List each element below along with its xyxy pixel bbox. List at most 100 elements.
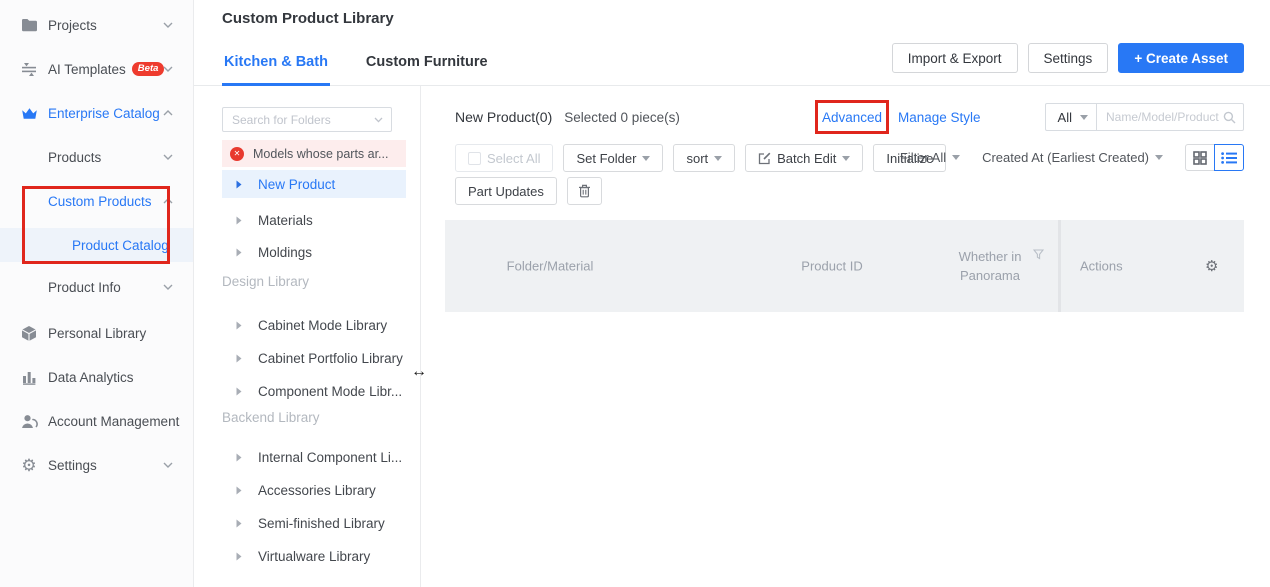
folder-icon [20,16,38,34]
caret-right-icon[interactable] [236,387,246,396]
sort-button[interactable]: sort [673,144,735,172]
sidebar-item-ai-templates[interactable]: AI Templates Beta [0,52,193,86]
sidebar-item-label: Product Info [48,280,121,295]
sidebar-item-label: Product Catalog [72,238,169,253]
chevron-down-icon [163,154,173,160]
page-header: Custom Product Library Kitchen & Bath Cu… [194,0,1270,86]
parts-alert-row[interactable]: ✕ Models whose parts ar... [222,140,406,167]
caret-down-icon [1155,155,1163,160]
cube-icon [20,324,38,342]
settings-button[interactable]: Settings [1028,43,1109,73]
tree-item-cabinet-mode-library[interactable]: Cabinet Mode Library [222,311,406,339]
create-asset-button[interactable]: + Create Asset [1118,43,1244,73]
toolbar-row-2: Part Updates [455,177,602,205]
folder-panel: ✕ Models whose parts ar... New Product M… [194,86,421,587]
tree-item-cabinet-portfolio-library[interactable]: Cabinet Portfolio Library [222,344,406,372]
sidebar-item-product-catalog[interactable]: Product Catalog [0,228,193,262]
sidebar-item-label: Enterprise Catalog [48,106,160,121]
caret-right-icon[interactable] [236,486,246,495]
tree-item-semi-finished-library[interactable]: Semi-finished Library [222,509,406,537]
page-title: Custom Product Library [222,10,394,27]
tree-item-moldings[interactable]: Moldings [222,238,406,266]
content-header-row: New Product(0) Selected 0 piece(s) Advan… [455,102,1244,132]
trash-icon [578,184,591,198]
caret-down-icon [374,117,383,123]
caret-down-icon [1080,115,1088,120]
tree-item-accessories-library[interactable]: Accessories Library [222,476,406,504]
sidebar-item-label: Custom Products [48,194,152,209]
user-icon [20,412,38,430]
caret-right-icon[interactable] [236,248,246,257]
batch-edit-button[interactable]: Batch Edit [745,144,863,172]
bar-chart-icon [20,368,38,386]
ai-templates-icon [20,60,38,78]
created-at-sort-dropdown[interactable]: Created At (Earliest Created) [982,150,1163,165]
tree-section-design-library: Design Library [222,274,309,289]
import-export-button[interactable]: Import & Export [892,43,1018,73]
tree-item-materials[interactable]: Materials [222,206,406,234]
folder-search-input[interactable] [223,113,374,127]
sidebar-item-label: Personal Library [48,326,146,341]
caret-right-icon[interactable] [236,216,246,225]
caret-down-icon [952,155,960,160]
tree-item-new-product[interactable]: New Product [222,170,406,198]
sidebar-item-enterprise-catalog[interactable]: Enterprise Catalog [0,96,193,130]
tab-custom-furniture[interactable]: Custom Furniture [364,54,490,86]
delete-button[interactable] [567,177,602,205]
filter-all-dropdown[interactable]: Filter All [900,150,960,165]
sidebar-item-products[interactable]: Products [0,140,193,174]
manage-style-link[interactable]: Manage Style [898,110,981,125]
tree-item-virtualware-library[interactable]: Virtualware Library [222,542,406,570]
column-settings-gear-icon[interactable]: ⚙ [1205,257,1218,275]
grid-icon [1193,151,1207,165]
tab-kitchen-bath[interactable]: Kitchen & Bath [222,54,330,86]
caret-right-icon[interactable] [236,180,246,189]
caret-right-icon[interactable] [236,453,246,462]
crown-icon [20,104,38,122]
caret-right-icon[interactable] [236,354,246,363]
product-search-input[interactable] [1097,110,1223,124]
chevron-up-icon [163,110,173,116]
panel-resize-handle[interactable]: ↔ [411,363,427,381]
caret-right-icon[interactable] [236,321,246,330]
error-icon: ✕ [230,147,244,161]
tree-item-internal-component-library[interactable]: Internal Component Li... [222,443,406,471]
chevron-down-icon [163,22,173,28]
column-folder-material: Folder/Material [507,259,594,274]
search-icon[interactable] [1223,111,1236,124]
caret-down-icon [842,156,850,161]
sidebar-item-label: Account Management [48,414,179,429]
sidebar-item-projects[interactable]: Projects [0,8,193,42]
sidebar-item-custom-products[interactable]: Custom Products [0,184,193,218]
set-folder-button[interactable]: Set Folder [563,144,663,172]
part-updates-button[interactable]: Part Updates [455,177,557,205]
main-sidebar: Projects AI Templates Beta Enterprise Ca… [0,0,194,587]
sidebar-item-settings[interactable]: ⚙ Settings [0,448,193,482]
list-view-button[interactable] [1214,144,1244,171]
folder-search-select[interactable] [222,107,392,132]
sidebar-item-product-info[interactable]: Product Info [0,270,193,304]
chevron-down-icon [163,66,173,72]
advanced-link[interactable]: Advanced [822,110,882,125]
caret-down-icon [642,156,650,161]
sidebar-item-label: Projects [48,18,97,33]
sidebar-item-personal-library[interactable]: Personal Library [0,316,193,350]
sidebar-item-label: Settings [48,458,97,473]
gear-icon: ⚙ [20,456,38,474]
chevron-up-icon [163,198,173,204]
sidebar-item-data-analytics[interactable]: Data Analytics [0,360,193,394]
caret-right-icon[interactable] [236,519,246,528]
grid-view-button[interactable] [1185,144,1215,171]
beta-badge: Beta [132,62,165,76]
sidebar-item-account-management[interactable]: Account Management [0,404,193,438]
select-all-button[interactable]: Select All [455,144,553,172]
tree-item-component-mode-library[interactable]: Component Mode Libr... [222,377,406,405]
column-actions: Actions [1080,259,1123,274]
caret-right-icon[interactable] [236,552,246,561]
filter-funnel-icon[interactable] [1033,249,1044,260]
chevron-down-icon [163,284,173,290]
caret-down-icon [714,156,722,161]
tab-bar: Kitchen & Bath Custom Furniture [222,54,490,86]
search-category-select[interactable]: All [1045,103,1097,131]
sidebar-item-label: Products [48,150,101,165]
